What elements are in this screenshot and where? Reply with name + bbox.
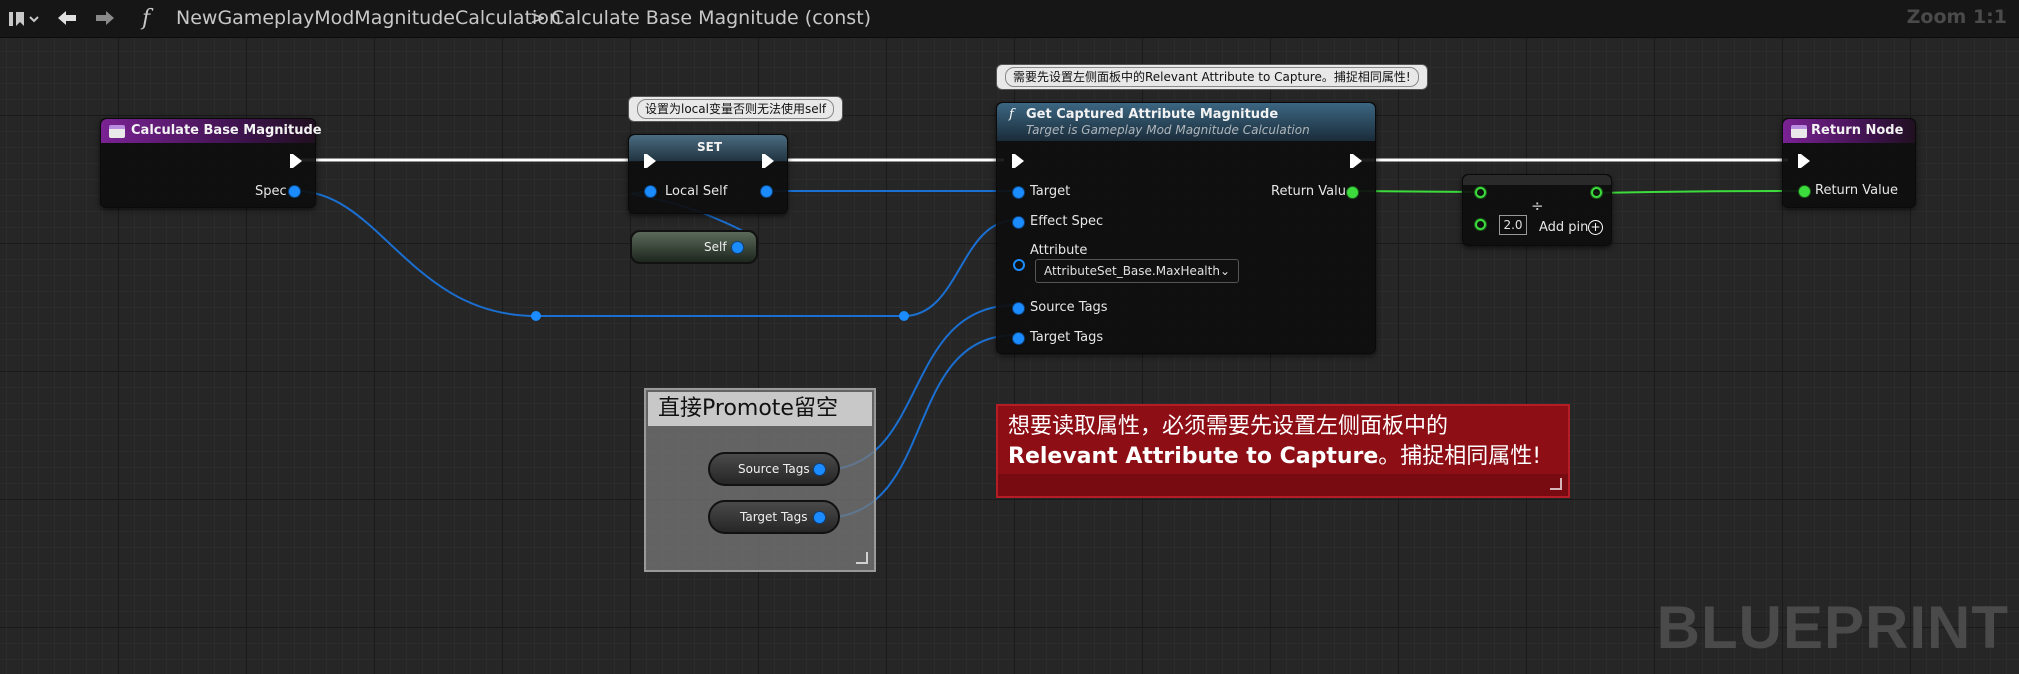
spec-pin[interactable] [289,186,300,197]
get-exec-out-pin[interactable] [1350,154,1362,168]
function-icon: f [1009,107,1014,122]
entry-exec-out-pin[interactable] [290,154,302,168]
target-pin-label: Target [1030,184,1071,199]
self-out-pin[interactable] [732,242,743,253]
source-tags-pin-label: Source Tags [1030,300,1108,315]
divide-in-pin-a[interactable] [1475,187,1486,198]
set-node-title: SET [697,140,723,154]
target-tags-in-pin[interactable] [1013,333,1024,344]
get-node-comment-text: 需要先设置左侧面板中的Relevant Attribute to Capture… [1005,67,1419,87]
self-node-label: Self [704,240,727,254]
divide-in-pin-b[interactable] [1475,219,1486,230]
source-tags-variable-label: Source Tags [738,462,810,476]
comment-capture-note[interactable]: 想要读取属性，必须需要先设置左侧面板中的 Relevant Attribute … [996,404,1570,498]
get-captured-attribute-node[interactable]: f Get Captured Attribute Magnitude Targe… [996,102,1376,354]
divisor-input[interactable]: 2.0 [1499,215,1527,235]
comment-red-line2-bold: Relevant Attribute to Capture [1008,444,1379,469]
attribute-pin-label: Attribute [1030,243,1088,258]
target-tags-variable-label: Target Tags [740,510,808,524]
add-pin-label[interactable]: Add pin [1539,220,1588,235]
return-value-in-pin[interactable] [1799,186,1810,197]
effect-spec-pin[interactable] [1013,217,1024,228]
spec-pin-label: Spec [255,184,287,199]
resize-handle-icon[interactable] [1550,478,1562,490]
source-tags-pin[interactable] [814,464,825,475]
return-exec-in-pin[interactable] [1798,154,1810,168]
set-node-comment-text: 设置为local变量否则无法使用self [637,99,835,119]
comment-red-line1: 想要读取属性，必须需要先设置左侧面板中的 [1008,414,1449,439]
divide-icon: ÷ [1531,197,1544,215]
target-tags-variable[interactable]: Target Tags [708,500,840,534]
get-node-subtitle: Target is Gameplay Mod Magnitude Calcula… [1026,123,1310,137]
effect-spec-pin-label: Effect Spec [1030,214,1104,229]
divide-to-return-wire [1593,190,1799,194]
chevron-down-icon: ⌄ [1219,264,1230,278]
blueprint-watermark: BLUEPRINT [1656,594,2009,661]
entry-node-title: Calculate Base Magnitude [131,123,322,138]
divide-node[interactable]: 2.0 ÷ Add pin + [1462,174,1612,246]
set-node[interactable]: SET Local Self [628,134,788,214]
comment-red-line2-rest: 。捕捉相同属性! [1378,444,1542,469]
attribute-dropdown[interactable]: AttributeSet_Base.MaxHealth ⌄ [1035,259,1239,283]
target-tags-pin-label: Target Tags [1030,330,1104,345]
target-tags-pin[interactable] [814,512,825,523]
reroute-node-2 [899,311,909,321]
add-pin-icon[interactable]: + [1588,220,1603,235]
set-node-comment-bubble[interactable]: 设置为local变量否则无法使用self [628,96,844,122]
local-self-pin-label: Local Self [665,184,728,199]
local-self-out-pin[interactable] [761,186,772,197]
self-node[interactable]: Self [630,230,758,264]
reroute-node-1 [531,311,541,321]
return-node[interactable]: Return Node Return Value [1782,118,1916,208]
comment-promote-title: 直接Promote留空 [648,392,872,426]
get-node-title: Get Captured Attribute Magnitude [1026,107,1279,122]
function-entry-icon [109,125,125,138]
set-exec-in-pin[interactable] [644,154,656,168]
source-tags-variable[interactable]: Source Tags [708,452,840,486]
set-exec-out-pin[interactable] [762,154,774,168]
return-value-out-pin[interactable] [1347,187,1358,198]
source-tags-in-pin[interactable] [1013,303,1024,314]
return-value-pin-label: Return Value [1271,184,1354,199]
entry-node[interactable]: Calculate Base Magnitude Spec [100,118,322,208]
divide-out-pin[interactable] [1591,187,1602,198]
return-node-pin-label: Return Value [1815,183,1898,198]
resize-handle-icon[interactable] [856,552,868,564]
get-exec-in-pin[interactable] [1012,154,1024,168]
get-node-comment-bubble[interactable]: 需要先设置左侧面板中的Relevant Attribute to Capture… [996,64,1428,90]
attribute-pin[interactable] [1013,259,1025,271]
target-pin[interactable] [1013,187,1024,198]
return-node-title: Return Node [1811,123,1904,138]
attribute-dropdown-value: AttributeSet_Base.MaxHealth [1044,264,1220,278]
local-self-in-pin[interactable] [645,186,656,197]
function-return-icon [1791,125,1807,138]
